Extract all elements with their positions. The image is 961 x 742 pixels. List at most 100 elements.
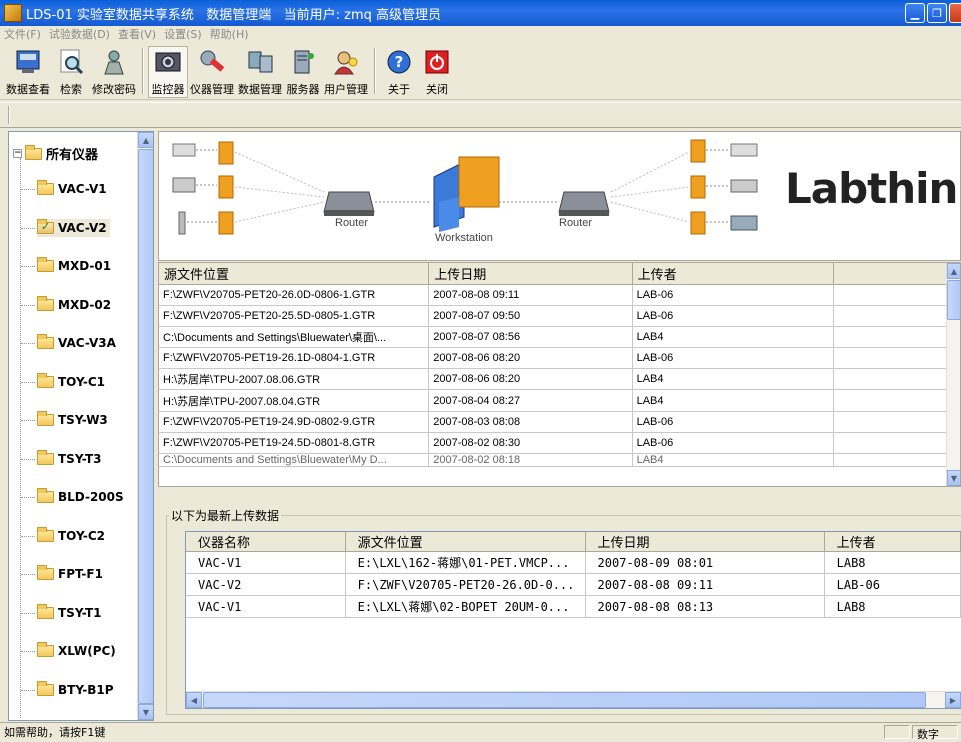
status-help-text: 如需帮助，请按F1键 xyxy=(4,725,106,739)
table-cell: F:\ZWF\V20705-PET19-24.9D-0802-9.GTR xyxy=(159,411,430,433)
table-row[interactable]: C:\Documents and Settings\Bluewater\My D… xyxy=(159,453,960,467)
table-cell: LAB-06 xyxy=(632,432,834,455)
menu-view[interactable]: 查看(V) xyxy=(118,26,156,42)
tree-item-label: TSY-T3 xyxy=(58,451,102,466)
menu-file[interactable]: 文件(F) xyxy=(4,26,41,42)
tree-item-label: MXD-02 xyxy=(58,297,112,312)
col-extra[interactable] xyxy=(833,263,960,285)
tree-item[interactable]: VAC-V1 xyxy=(37,180,107,198)
tree-item-label: MXD-01 xyxy=(58,259,112,273)
tree-item[interactable]: BLD-200S xyxy=(37,488,124,506)
table-cell: LAB-06 xyxy=(632,284,834,306)
tree-item[interactable]: TSY-W3 xyxy=(37,411,108,429)
scroll-thumb[interactable] xyxy=(203,692,926,708)
uploads-scrollbar[interactable]: ▲ ▼ xyxy=(946,263,960,486)
table-cell: 2007-08-06 08:20 xyxy=(428,347,633,370)
col-uploader[interactable]: 上传者 xyxy=(632,263,834,285)
table-row[interactable]: F:\ZWF\V20705-PET19-24.5D-0801-8.GTR 2007… xyxy=(159,432,960,455)
folder-icon xyxy=(25,144,42,160)
tree-item-label: BLD-200S xyxy=(58,490,124,504)
data-manage-icon xyxy=(243,46,277,78)
scroll-left-arrow[interactable]: ◀ xyxy=(186,692,202,708)
table-row[interactable]: F:\ZWF\V20705-PET19-26.1D-0804-1.GTR 2007… xyxy=(159,347,960,370)
latest-horizontal-scrollbar[interactable]: ◀ ▶ xyxy=(186,691,961,708)
monitor-button[interactable]: 监控器 xyxy=(148,46,188,98)
table-cell: VAC-V1 xyxy=(186,595,346,618)
scroll-down-arrow[interactable]: ▼ xyxy=(947,470,960,486)
table-cell: 2007-08-02 08:18 xyxy=(428,453,633,467)
table-cell xyxy=(833,411,960,433)
table-cell: LAB-06 xyxy=(632,305,834,327)
table-cell: LAB4 xyxy=(632,389,834,412)
data-manage-button[interactable]: 数据管理 xyxy=(236,46,284,98)
table-row[interactable]: F:\ZWF\V20705-PET19-24.9D-0802-9.GTR 2007… xyxy=(159,411,960,433)
folder-icon xyxy=(37,680,54,696)
tree-item[interactable]: TOY-C2 xyxy=(37,526,105,545)
menu-test-data[interactable]: 试验数据(D) xyxy=(49,26,110,42)
scroll-down-arrow[interactable]: ▼ xyxy=(138,704,153,720)
table-row[interactable]: H:\苏居岸\TPU-2007.08.06.GTR 2007-08-06 08:2… xyxy=(159,368,960,391)
col-date[interactable]: 上传日期 xyxy=(428,263,633,285)
close-app-button[interactable]: 关闭 xyxy=(418,46,456,98)
menu-help[interactable]: 帮助(H) xyxy=(210,26,249,42)
tree-item-label: TSY-T1 xyxy=(58,605,102,620)
tree-item[interactable]: MXD-01 xyxy=(37,257,111,275)
table-cell: 2007-08-06 08:20 xyxy=(428,368,633,391)
tree-root-all-instruments[interactable]: − 所有仪器 xyxy=(13,144,98,163)
scroll-up-arrow[interactable]: ▲ xyxy=(138,132,153,148)
user-manage-button[interactable]: 用户管理 xyxy=(322,46,370,98)
about-button[interactable]: ? 关于 xyxy=(380,46,418,98)
search-icon xyxy=(54,46,88,78)
table-cell: 2007-08-07 08:56 xyxy=(428,326,633,349)
table-cell: LAB4 xyxy=(632,368,834,391)
server-button[interactable]: 服务器 xyxy=(284,46,322,98)
scroll-thumb[interactable] xyxy=(947,280,960,320)
table-cell: LAB4 xyxy=(632,326,834,349)
scroll-thumb[interactable] xyxy=(138,149,153,704)
col-instrument[interactable]: 仪器名称 xyxy=(186,532,346,552)
maximize-button[interactable]: ❐ xyxy=(927,3,947,23)
instrument-manage-button[interactable]: 仪器管理 xyxy=(188,46,236,98)
col-date[interactable]: 上传日期 xyxy=(585,532,825,552)
scroll-right-arrow[interactable]: ▶ xyxy=(945,692,961,708)
tree-item[interactable]: TSY-T3 xyxy=(37,449,102,468)
svg-text:?: ? xyxy=(395,53,404,71)
tree-item[interactable]: TOY-C1 xyxy=(37,372,105,391)
collapse-icon[interactable]: − xyxy=(13,149,22,158)
tree-item[interactable]: MXD-02 xyxy=(37,295,112,314)
users-icon xyxy=(329,46,363,78)
table-row[interactable]: F:\ZWF\V20705-PET20-26.0D-0806-1.GTR 2007… xyxy=(159,284,960,306)
tree-item[interactable]: TSY-T1 xyxy=(37,603,102,622)
tree-item[interactable]: XLW(PC) xyxy=(37,642,116,660)
table-row[interactable]: F:\ZWF\V20705-PET20-25.5D-0805-1.GTR 2007… xyxy=(159,305,960,327)
tree-item[interactable]: FPT-F1 xyxy=(37,565,103,583)
close-window-button[interactable] xyxy=(949,3,961,23)
tree-item[interactable]: VAC-V3A xyxy=(37,334,116,352)
col-source[interactable]: 源文件位置 xyxy=(345,532,586,552)
tree-item-label: XLW(PC) xyxy=(58,644,116,658)
change-password-button[interactable]: 修改密码 xyxy=(90,46,138,98)
table-row[interactable]: VAC-V1 E:\LXL\162-蒋娜\01-PET.VMCP... 2007-0… xyxy=(186,551,961,574)
col-uploader[interactable]: 上传者 xyxy=(824,532,961,552)
monitor-icon xyxy=(151,47,185,78)
folder-icon xyxy=(37,642,54,657)
search-button[interactable]: 检索 xyxy=(52,46,90,98)
tree-scrollbar[interactable]: ▲ ▼ xyxy=(137,132,153,720)
data-view-button[interactable]: 数据查看 xyxy=(4,46,52,98)
table-row[interactable]: VAC-V2 F:\ZWF\V20705-PET20-26.0D-0... 2007… xyxy=(186,573,961,596)
table-row[interactable]: C:\Documents and Settings\Bluewater\桌面\.… xyxy=(159,326,960,349)
workstation-label: Workstation xyxy=(435,232,493,244)
table-row[interactable]: H:\苏居岸\TPU-2007.08.04.GTR 2007-08-04 08:2… xyxy=(159,389,960,412)
table-row[interactable]: VAC-V1 E:\LXL\蒋娜\02-BOPET 20UM-0... 2007-0… xyxy=(186,595,961,618)
menu-settings[interactable]: 设置(S) xyxy=(164,26,202,42)
latest-uploads-table: 仪器名称 源文件位置 上传日期 上传者 VAC-V1 E:\LXL\162-蒋娜\… xyxy=(185,531,961,709)
tree-item[interactable]: VAC-V2 xyxy=(37,218,110,237)
toolbar-separator xyxy=(374,48,376,94)
folder-icon xyxy=(37,372,54,388)
minimize-button[interactable]: ▁ xyxy=(905,3,925,23)
table-cell xyxy=(833,284,960,306)
tree-item[interactable]: BTY-B1P xyxy=(37,680,114,699)
col-source[interactable]: 源文件位置 xyxy=(159,263,430,285)
table-cell xyxy=(833,432,960,455)
scroll-up-arrow[interactable]: ▲ xyxy=(947,263,960,279)
